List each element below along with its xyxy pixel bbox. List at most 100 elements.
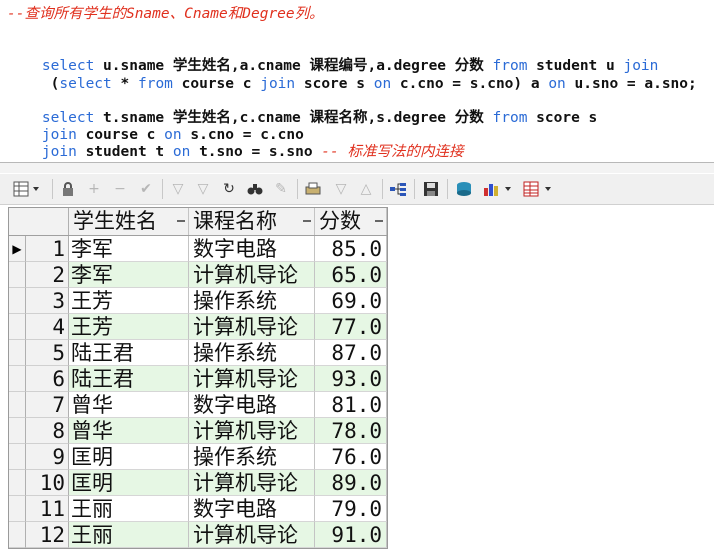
table-row[interactable]: 8 曾华 计算机导论 78.0 xyxy=(9,418,387,444)
print-icon[interactable] xyxy=(302,178,324,200)
cell-score[interactable]: 87.0 xyxy=(315,340,387,366)
cell-course-name[interactable]: 数字电路 xyxy=(189,392,315,418)
row-number: 9 xyxy=(26,444,69,470)
cell-course-name[interactable]: 计算机导论 xyxy=(189,418,315,444)
cell-score[interactable]: 77.0 xyxy=(315,314,387,340)
cell-course-name[interactable]: 操作系统 xyxy=(189,288,315,314)
row-indicator[interactable] xyxy=(9,314,26,340)
table-row[interactable]: 7 曾华 数字电路 81.0 xyxy=(9,392,387,418)
sql-editor[interactable]: --查询所有学生的Sname、Cname和Degree列。 select u.s… xyxy=(0,0,714,163)
cell-course-name[interactable]: 操作系统 xyxy=(189,340,315,366)
remove-icon[interactable]: − xyxy=(109,178,131,200)
cell-course-name[interactable]: 操作系统 xyxy=(189,444,315,470)
table-row[interactable]: ▶ 1 李军 数字电路 85.0 xyxy=(9,236,387,262)
alias: 分数 xyxy=(454,110,484,126)
find-icon[interactable] xyxy=(244,178,266,200)
cell-student-name[interactable]: 曾华 xyxy=(69,418,189,444)
row-indicator[interactable] xyxy=(9,444,26,470)
cell-course-name[interactable]: 计算机导论 xyxy=(189,314,315,340)
row-indicator[interactable] xyxy=(9,392,26,418)
query1-line2: (select * from course c join score s on … xyxy=(7,57,697,92)
cell-student-name[interactable]: 陆王君 xyxy=(69,340,189,366)
cell-student-name[interactable]: 王丽 xyxy=(69,496,189,522)
kw-on: on xyxy=(172,144,191,160)
table-icon[interactable] xyxy=(520,178,556,200)
kw-select: select xyxy=(59,76,112,92)
row-indicator[interactable] xyxy=(9,288,26,314)
cell-student-name[interactable]: 王丽 xyxy=(69,522,189,548)
row-number: 4 xyxy=(26,314,69,340)
add-icon[interactable]: + xyxy=(83,178,105,200)
filter-clear-icon[interactable]: ▽ xyxy=(192,178,214,200)
cell-course-name[interactable]: 计算机导论 xyxy=(189,366,315,392)
eraser-icon[interactable]: ✎ xyxy=(270,178,292,200)
table-row[interactable]: 12 王丽 计算机导论 91.0 xyxy=(9,522,387,548)
column-header-name[interactable]: 学生姓名 xyxy=(69,208,189,235)
cell-score[interactable]: 69.0 xyxy=(315,288,387,314)
row-indicator[interactable] xyxy=(9,262,26,288)
arrow-down-icon[interactable]: ▽ xyxy=(330,178,352,200)
alias: 课程名称 xyxy=(309,110,368,126)
row-indicator[interactable] xyxy=(9,522,26,548)
row-indicator[interactable]: ▶ xyxy=(9,236,26,262)
cell-score[interactable]: 93.0 xyxy=(315,366,387,392)
cell-course-name[interactable]: 数字电路 xyxy=(189,236,315,262)
table-row[interactable]: 10 匡明 计算机导论 89.0 xyxy=(9,470,387,496)
table-row[interactable]: 4 王芳 计算机导论 77.0 xyxy=(9,314,387,340)
cell-score[interactable]: 89.0 xyxy=(315,470,387,496)
sql-text: student t xyxy=(76,144,173,160)
sql-text: score s xyxy=(527,110,598,126)
cell-score[interactable]: 85.0 xyxy=(315,236,387,262)
cell-student-name[interactable]: 曾华 xyxy=(69,392,189,418)
refresh-icon[interactable]: ↻ xyxy=(218,178,240,200)
comment-line: --查询所有学生的Sname、Cname和Degree列。 xyxy=(7,6,324,22)
chart-icon[interactable] xyxy=(480,178,516,200)
cell-course-name[interactable]: 数字电路 xyxy=(189,496,315,522)
kw-on: on xyxy=(373,76,392,92)
table-row[interactable]: 9 匡明 操作系统 76.0 xyxy=(9,444,387,470)
table-row[interactable]: 5 陆王君 操作系统 87.0 xyxy=(9,340,387,366)
filter-down-icon[interactable]: ▽ xyxy=(167,178,189,200)
table-row[interactable]: 2 李军 计算机导论 65.0 xyxy=(9,262,387,288)
row-indicator[interactable] xyxy=(9,366,26,392)
cell-student-name[interactable]: 王芳 xyxy=(69,314,189,340)
cell-student-name[interactable]: 匡明 xyxy=(69,444,189,470)
cell-score[interactable]: 65.0 xyxy=(315,262,387,288)
splitter[interactable] xyxy=(0,163,714,173)
cell-student-name[interactable]: 陆王君 xyxy=(69,366,189,392)
cell-student-name[interactable]: 匡明 xyxy=(69,470,189,496)
row-indicator[interactable] xyxy=(9,418,26,444)
cell-student-name[interactable]: 王芳 xyxy=(69,288,189,314)
check-icon[interactable]: ✔ xyxy=(135,178,157,200)
table-row[interactable]: 11 王丽 数字电路 79.0 xyxy=(9,496,387,522)
cell-course-name[interactable]: 计算机导论 xyxy=(189,262,315,288)
grid-menu-icon[interactable] xyxy=(10,178,46,200)
column-header-label: 学生姓名 xyxy=(73,209,157,233)
query1-line1: select u.sname 学生姓名,a.cname 课程编号,a.degre… xyxy=(7,39,658,74)
row-indicator[interactable] xyxy=(9,340,26,366)
cell-score[interactable]: 79.0 xyxy=(315,496,387,522)
kw-join: join xyxy=(260,76,296,92)
row-indicator[interactable] xyxy=(9,470,26,496)
lock-icon[interactable] xyxy=(57,178,79,200)
cell-score[interactable]: 81.0 xyxy=(315,392,387,418)
corner-cell[interactable] xyxy=(9,208,69,235)
table-row[interactable]: 3 王芳 操作系统 69.0 xyxy=(9,288,387,314)
column-header-course[interactable]: 课程名称 xyxy=(189,208,315,235)
cell-score[interactable]: 76.0 xyxy=(315,444,387,470)
cell-course-name[interactable]: 计算机导论 xyxy=(189,470,315,496)
column-header-score[interactable]: 分数 xyxy=(315,208,387,235)
save-icon[interactable] xyxy=(420,178,442,200)
results-grid[interactable]: 学生姓名 课程名称 分数 ▶ 1 李军 数字电路 85.0 2 李军 计算机导论 65.0 3 王芳… xyxy=(8,207,388,549)
cell-student-name[interactable]: 李军 xyxy=(69,262,189,288)
cell-score[interactable]: 91.0 xyxy=(315,522,387,548)
cell-student-name[interactable]: 李军 xyxy=(69,236,189,262)
tree-icon[interactable] xyxy=(387,178,409,200)
table-row[interactable]: 6 陆王君 计算机导论 93.0 xyxy=(9,366,387,392)
cell-score[interactable]: 78.0 xyxy=(315,418,387,444)
row-number: 3 xyxy=(26,288,69,314)
arrow-up-icon[interactable]: △ xyxy=(355,178,377,200)
database-icon[interactable] xyxy=(453,178,475,200)
row-indicator[interactable] xyxy=(9,496,26,522)
cell-course-name[interactable]: 计算机导论 xyxy=(189,522,315,548)
